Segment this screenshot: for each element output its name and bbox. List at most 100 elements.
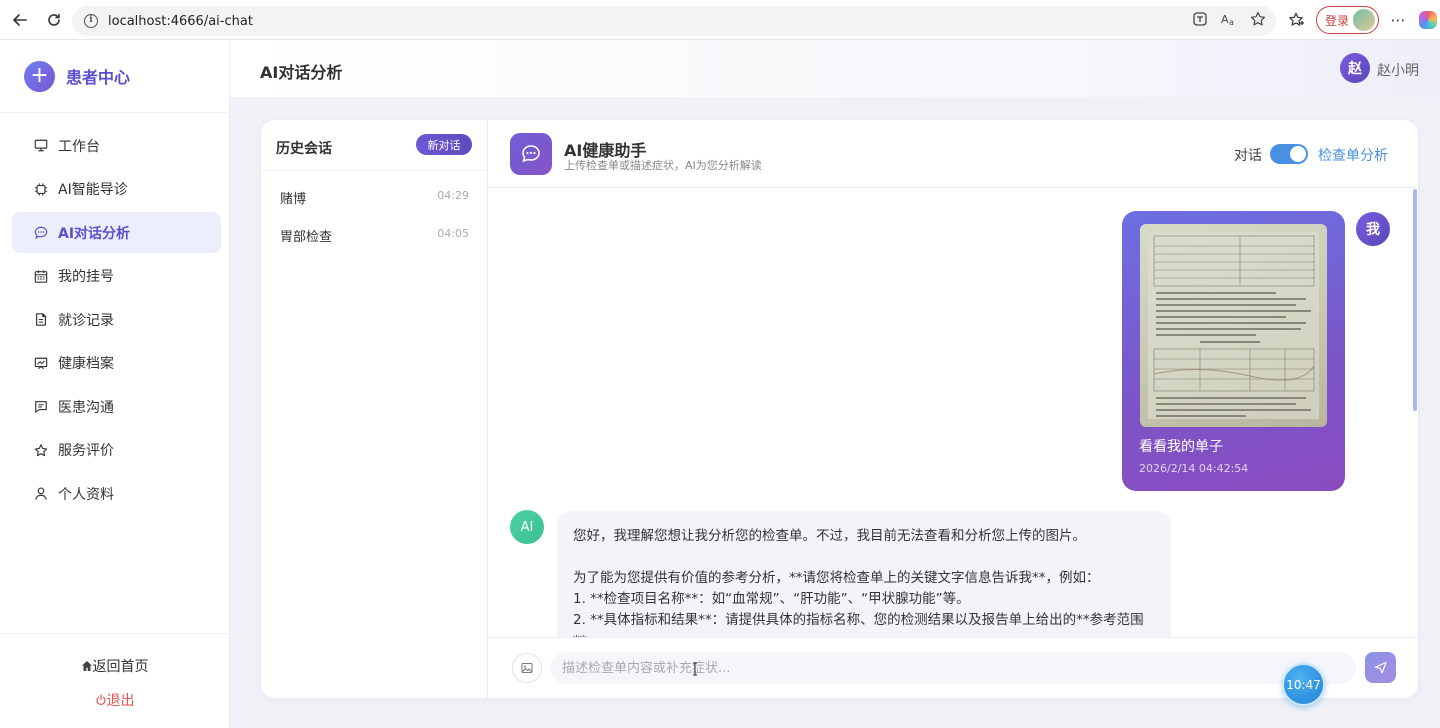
brand[interactable]: + 患者中心 [0,40,229,113]
sidebar-item-ai-triage[interactable]: AI智能导诊 [12,169,221,210]
sidebar-item-workbench[interactable]: 工作台 [12,125,221,166]
message-input[interactable] [550,652,1356,684]
monitor-icon [34,139,48,153]
sidebar-item-label: AI智能导诊 [58,182,128,198]
uploaded-report-image[interactable] [1140,224,1327,427]
sidebar-item-label: 我的挂号 [58,269,114,285]
mode-report-label[interactable]: 检查单分析 [1318,145,1388,165]
mode-toggle[interactable] [1270,144,1308,164]
power-icon [95,693,107,709]
sidebar-item-label: 医患沟通 [58,399,114,416]
text-cursor-icon [693,662,697,676]
chat-panel: AI健康助手 上传检查单或描述症状，AI为您分析解读 对话 检查单分析 我 看看… [488,120,1418,698]
favorites-icon[interactable] [1286,6,1308,34]
site-info-icon[interactable]: i [84,14,98,28]
sidebar-item-appointments[interactable]: 我的挂号 [12,256,221,297]
translate-badge-icon[interactable] [1192,11,1208,31]
back-icon[interactable] [6,6,34,34]
history-item-time: 04:05 [437,227,469,240]
address-bar[interactable]: i localhost:4666/ai-chat Aa [72,6,1276,36]
sidebar-item-ai-chat[interactable]: AI对话分析 [12,212,221,253]
sidebar-footer: 返回首页 退出 [0,633,229,728]
logout-label: 退出 [106,693,135,709]
sidebar: + 患者中心 工作台 AI智能导诊 AI对话分析 我的挂号 就诊记录 健康档案 [0,40,230,728]
favorite-star-icon[interactable] [1250,11,1266,31]
input-bar [488,637,1418,698]
chat-card: 历史会话 新对话 赌博 04:29 胃部检查 04:05 AI健康助手 上传检查… [261,120,1418,698]
copilot-icon[interactable] [1417,6,1439,34]
sidebar-item-label: 健康档案 [58,356,114,372]
sidebar-item-communication[interactable]: 医患沟通 [12,386,221,427]
user-message-avatar: 我 [1356,212,1390,246]
divider [261,170,487,171]
page-title: AI对话分析 [260,63,343,82]
sidebar-item-label: 就诊记录 [58,312,114,329]
chat-icon [34,226,48,240]
ai-message-line: 1. **检查项目名称**：如“血常规”、“肝功能”、“甲状腺功能”等。 [573,591,970,607]
user-avatar[interactable]: 赵 [1340,53,1370,83]
history-item-title: 赌博 [280,192,307,207]
sidebar-item-label: 服务评价 [58,443,114,459]
sidebar-item-visit-records[interactable]: 就诊记录 [12,299,221,340]
login-label: 登录 [1325,13,1350,28]
chat-header: AI健康助手 上传检查单或描述症状，AI为您分析解读 对话 检查单分析 [488,120,1418,188]
sidebar-menu: 工作台 AI智能导诊 AI对话分析 我的挂号 就诊记录 健康档案 医患沟通 服务… [0,113,229,514]
ai-message-line: 您好，我理解您想让我分析您的检查单。不过，我目前无法查看和分析您上传的图片。 [573,528,1086,544]
ai-message-line: 为了能为您提供有价值的参考分析，**请您将检查单上的关键文字信息告诉我**，例如… [573,570,1100,586]
message-icon [34,400,48,414]
sidebar-item-profile[interactable]: 个人资料 [12,473,221,514]
calendar-icon [34,269,48,283]
page-header: AI对话分析 赵 赵小明 [230,40,1440,97]
user-name[interactable]: 赵小明 [1377,60,1419,80]
floating-clock[interactable]: 10:47 [1282,663,1325,706]
star-icon [34,443,48,457]
ai-message-bubble: 您好，我理解您想让我分析您的检查单。不过，我目前无法查看和分析您上传的图片。 为… [557,511,1171,637]
address-url: localhost:4666/ai-chat [108,13,253,29]
bot-subtitle: 上传检查单或描述症状，AI为您分析解读 [564,159,762,172]
ai-message-avatar: AI [510,510,544,544]
upload-image-button[interactable] [512,653,542,683]
send-icon [1374,661,1387,674]
read-aloud-icon[interactable]: Aa [1220,11,1238,31]
user-icon [34,487,48,501]
plus-logo-icon: + [24,60,55,92]
scrollbar-thumb[interactable] [1413,189,1417,411]
history-item-title: 胃部检查 [280,230,333,245]
scrollbar[interactable] [1412,189,1418,637]
reload-icon[interactable] [40,6,68,34]
history-title: 历史会话 [276,141,332,157]
user-message-time: 2026/2/14 04:42:54 [1139,462,1249,475]
new-chat-button[interactable]: 新对话 [416,134,472,155]
sidebar-item-label: AI对话分析 [58,225,131,242]
mode-dialog-label[interactable]: 对话 [1234,145,1262,165]
home-link[interactable]: 返回首页 [0,656,229,676]
history-panel: 历史会话 新对话 赌博 04:29 胃部检查 04:05 [261,120,488,698]
browser-toolbar: i localhost:4666/ai-chat Aa 登录 ⋯ [0,0,1440,40]
login-button[interactable]: 登录 [1316,6,1380,34]
chip-icon [34,182,48,196]
history-item-time: 04:29 [437,189,469,202]
ai-message-line: 2. **具体指标和结果**：请提供具体的指标名称、您的检测结果以及报告单上给出… [573,612,1144,628]
bot-chat-icon [510,133,552,175]
profile-avatar [1353,9,1376,31]
toggle-knob [1290,146,1306,162]
home-icon [81,659,93,675]
document-icon [34,313,48,327]
brand-title: 患者中心 [66,68,131,87]
more-menu-icon[interactable]: ⋯ [1387,6,1409,34]
svg-text:a: a [1229,18,1234,27]
sidebar-item-label: 个人资料 [58,486,114,503]
user-message-bubble: 看看我的单子 2026/2/14 04:42:54 [1122,211,1345,491]
user-message-text: 看看我的单子 [1139,439,1223,455]
image-icon [521,663,533,673]
sidebar-item-service-review[interactable]: 服务评价 [12,430,221,471]
home-label: 返回首页 [92,659,149,675]
sidebar-item-label: 工作台 [58,138,100,155]
history-item[interactable]: 胃部检查 04:05 [261,215,487,253]
svg-text:A: A [1221,13,1229,26]
message-list[interactable]: 我 看看我的单子 2026/2/14 04:42:54 AI 您好，我理解您想让… [488,189,1418,637]
logout-link[interactable]: 退出 [0,690,229,710]
send-button[interactable] [1365,652,1396,683]
history-item[interactable]: 赌博 04:29 [261,177,487,215]
sidebar-item-health-records[interactable]: 健康档案 [12,343,221,384]
